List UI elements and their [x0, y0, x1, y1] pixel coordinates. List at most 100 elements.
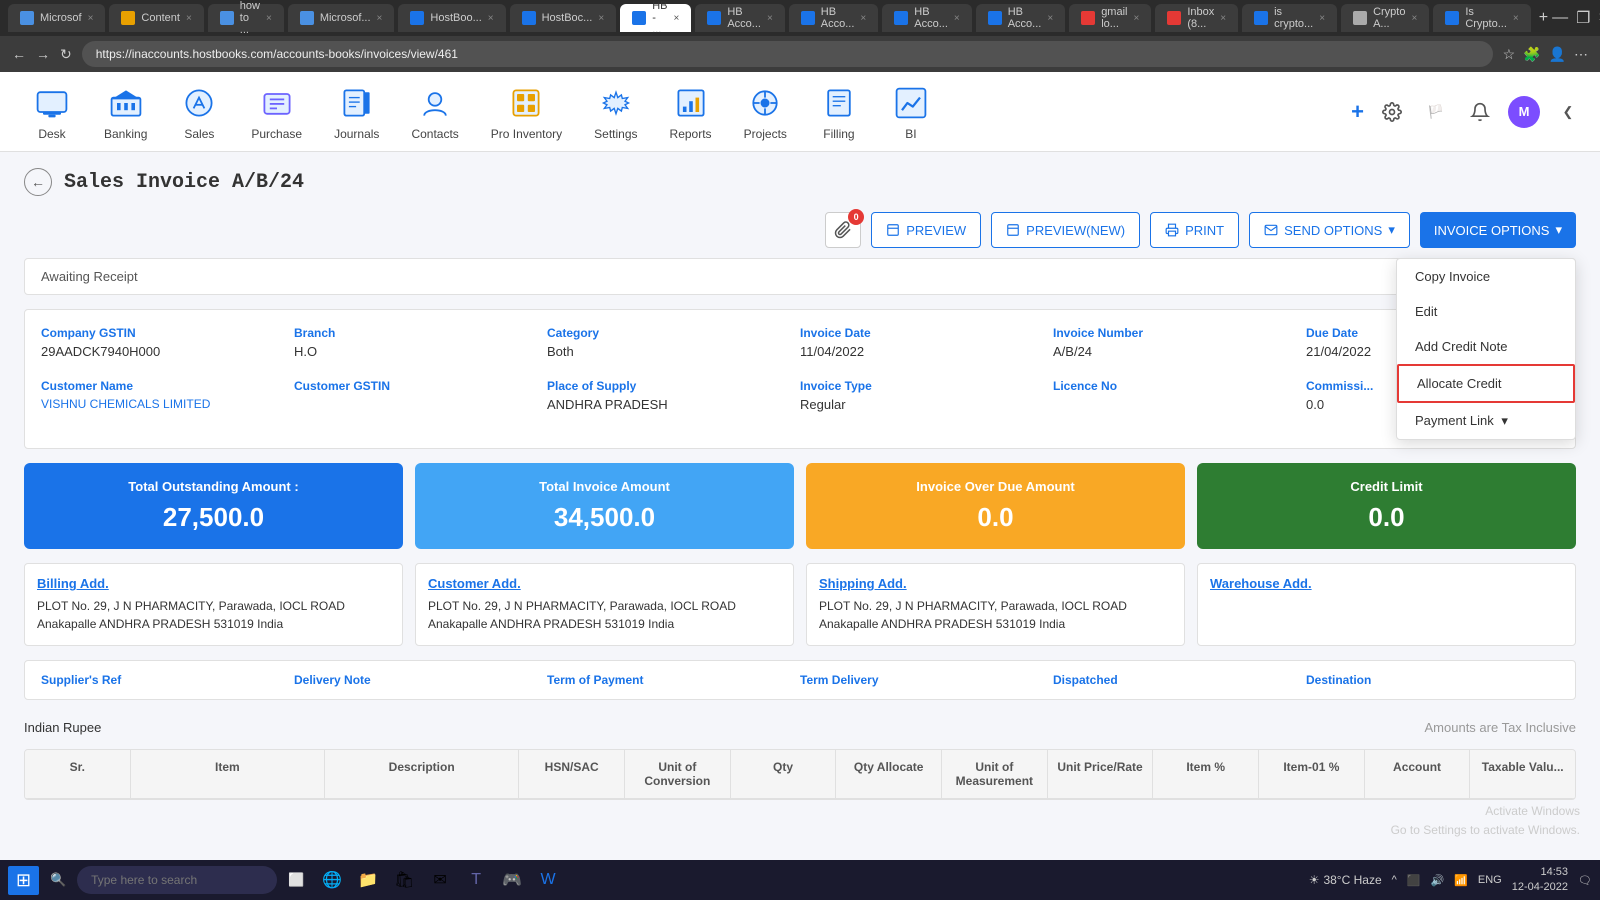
place-of-supply-col: Place of Supply ANDHRA PRADESH: [547, 379, 800, 412]
tab-ms2[interactable]: Microsof... ×: [288, 4, 395, 32]
tab-howto[interactable]: how to ... ×: [208, 4, 284, 32]
browser-tab-bar: Microsof × Content × how to ... × Micros…: [0, 0, 1600, 36]
overdue-card: Invoice Over Due Amount 0.0: [806, 463, 1185, 549]
taskbar-chevron-up[interactable]: ^: [1392, 874, 1397, 886]
shipping-address-title[interactable]: Shipping Add.: [819, 576, 1172, 591]
copy-invoice-item[interactable]: Copy Invoice: [1397, 259, 1575, 294]
credit-limit-card: Credit Limit 0.0: [1197, 463, 1576, 549]
restore-button[interactable]: ❐: [1576, 8, 1590, 28]
add-credit-note-item[interactable]: Add Credit Note: [1397, 329, 1575, 364]
billing-address-title[interactable]: Billing Add.: [37, 576, 390, 591]
profile-icon[interactable]: 👤: [1549, 46, 1566, 63]
tab-inbox[interactable]: Inbox (8... ×: [1155, 4, 1238, 32]
toolbar-reports[interactable]: Reports: [654, 75, 728, 149]
forward-nav-button[interactable]: →: [36, 46, 50, 62]
url-input[interactable]: [82, 41, 1493, 67]
toolbar-purchase[interactable]: Purchase: [235, 75, 318, 149]
back-button[interactable]: ←: [24, 168, 52, 196]
preview-button[interactable]: PREVIEW: [871, 212, 981, 248]
tab-crypto2[interactable]: Crypto A... ×: [1341, 4, 1429, 32]
taskbar-teams-icon[interactable]: T: [461, 865, 491, 895]
new-tab-button[interactable]: +: [1539, 9, 1548, 27]
tab-hb1[interactable]: HostBoo... ×: [398, 4, 505, 32]
start-button[interactable]: ⊞: [8, 866, 39, 895]
customer-gstin-col: Customer GSTIN: [294, 379, 547, 412]
taskbar-search-icon[interactable]: 🔍: [43, 865, 73, 895]
bi-icon: [891, 83, 931, 123]
taskbar-edge-icon[interactable]: 🌐: [317, 865, 347, 895]
tab-hbacc1[interactable]: HB Acco... ×: [695, 4, 784, 32]
extension-icon[interactable]: 🧩: [1523, 46, 1540, 63]
col-uoc: Unit of Conversion: [625, 750, 731, 798]
tab-microsoft[interactable]: Microsof ×: [8, 4, 105, 32]
attachment-button[interactable]: 0: [825, 212, 861, 248]
preview-new-button[interactable]: PREVIEW(NEW): [991, 212, 1140, 248]
taskbar-game-icon[interactable]: 🎮: [497, 865, 527, 895]
taskbar-search-input[interactable]: [77, 866, 277, 894]
toolbar-journals[interactable]: Journals: [318, 75, 395, 149]
edit-item[interactable]: Edit: [1397, 294, 1575, 329]
term-delivery-col: Term Delivery: [800, 673, 1053, 687]
warehouse-address-box: Warehouse Add.: [1197, 563, 1576, 646]
col-qty: Qty: [731, 750, 837, 798]
invoice-options-dropdown: Copy Invoice Edit Add Credit Note Alloca…: [1396, 258, 1576, 440]
sales-label: Sales: [184, 127, 214, 141]
toolbar-settings[interactable]: Settings: [578, 75, 653, 149]
gear-button[interactable]: [1376, 96, 1408, 128]
toolbar-filling[interactable]: Filling: [803, 75, 875, 149]
tab-gmail[interactable]: gmail lo... ×: [1069, 4, 1151, 32]
delivery-row: Supplier's Ref Delivery Note Term of Pay…: [24, 660, 1576, 700]
category-col: Category Both: [547, 326, 800, 359]
notification-icon[interactable]: [1464, 96, 1496, 128]
toolbar-projects[interactable]: Projects: [728, 75, 803, 149]
tab-hb2[interactable]: HostBoc... ×: [510, 4, 617, 32]
tab-iscrypto[interactable]: Is Crypto... ×: [1433, 4, 1530, 32]
reload-button[interactable]: ↻: [60, 46, 72, 63]
taskbar-word-icon[interactable]: W: [533, 865, 563, 895]
tab-content[interactable]: Content ×: [109, 4, 203, 32]
collapse-icon[interactable]: ❮: [1552, 96, 1584, 128]
taskbar-task-view[interactable]: ⬜: [281, 865, 311, 895]
toolbar-bi[interactable]: BI: [875, 75, 947, 149]
customer-address-title[interactable]: Customer Add.: [428, 576, 781, 591]
invoice-options-button[interactable]: INVOICE OPTIONS ▾: [1420, 212, 1576, 248]
warehouse-address-title[interactable]: Warehouse Add.: [1210, 576, 1563, 591]
tab-crypto1[interactable]: is crypto... ×: [1242, 4, 1337, 32]
table-header: Sr. Item Description HSN/SAC Unit of Con…: [25, 750, 1575, 799]
menu-icon[interactable]: ⋯: [1574, 46, 1588, 63]
toolbar-sales[interactable]: Sales: [163, 75, 235, 149]
flag-icon[interactable]: 🏳️: [1420, 96, 1452, 128]
allocate-credit-item[interactable]: Allocate Credit: [1397, 364, 1575, 403]
add-button[interactable]: +: [1351, 99, 1364, 125]
branch-col: Branch H.O: [294, 326, 547, 359]
star-icon[interactable]: ☆: [1503, 46, 1516, 63]
toolbar-banking[interactable]: Banking: [88, 75, 163, 149]
payment-link-item[interactable]: Payment Link ▾: [1397, 403, 1575, 439]
toolbar-desk[interactable]: Desk: [16, 75, 88, 149]
toolbar-pro-inventory[interactable]: Pro Inventory: [475, 75, 578, 149]
print-button[interactable]: PRINT: [1150, 212, 1239, 248]
minimize-button[interactable]: —: [1552, 9, 1568, 27]
send-options-button[interactable]: SEND OPTIONS ▾: [1249, 212, 1410, 248]
delivery-note-col: Delivery Note: [294, 673, 547, 687]
user-avatar[interactable]: M: [1508, 96, 1540, 128]
currency-row: Indian Rupee Amounts are Tax Inclusive: [24, 714, 1576, 741]
taskbar-mail-icon[interactable]: ✉: [425, 865, 455, 895]
tab-hbacc2[interactable]: HB Acco... ×: [789, 4, 878, 32]
licence-no-col: Licence No: [1053, 379, 1306, 412]
customer-address-text: PLOT No. 29, J N PHARMACITY, Parawada, I…: [428, 597, 781, 633]
tab-hbacc4[interactable]: HB Acco... ×: [976, 4, 1065, 32]
toolbar-contacts[interactable]: Contacts: [395, 75, 474, 149]
app-toolbar: Desk Banking Sales Purchase Journals Con…: [0, 72, 1600, 152]
address-section: Billing Add. PLOT No. 29, J N PHARMACITY…: [24, 563, 1576, 646]
back-nav-button[interactable]: ←: [12, 46, 26, 62]
tab-hbacc3[interactable]: HB Acco... ×: [882, 4, 971, 32]
col-qty-alloc: Qty Allocate: [836, 750, 942, 798]
taskbar-store-icon[interactable]: 🛍: [389, 865, 419, 895]
tab-hb-active[interactable]: HB - ... ×: [620, 4, 691, 32]
invoice-detail-row-2: Customer Name VISHNU CHEMICALS LIMITED C…: [41, 379, 1559, 412]
sales-icon: [179, 83, 219, 123]
contacts-icon: [415, 83, 455, 123]
destination-col: Destination: [1306, 673, 1559, 687]
taskbar-explorer-icon[interactable]: 📁: [353, 865, 383, 895]
